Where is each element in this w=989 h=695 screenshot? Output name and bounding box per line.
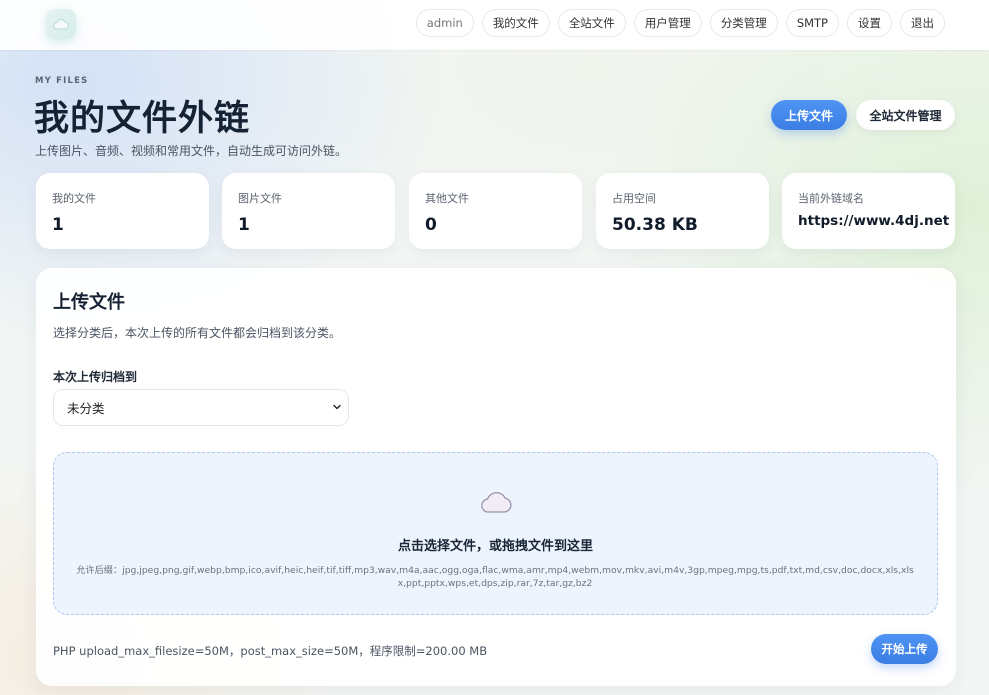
stat-card-image-files: 图片文件 1 xyxy=(222,173,395,249)
cloud-icon xyxy=(52,18,69,30)
stat-label: 其他文件 xyxy=(425,192,469,205)
nav-user-management[interactable]: 用户管理 xyxy=(633,9,702,37)
nav-category-management[interactable]: 分类管理 xyxy=(709,9,778,37)
upload-panel: 上传文件 选择分类后，本次上传的所有文件都会归档到该分类。 本次上传归档到 未分… xyxy=(36,268,956,686)
stat-label: 当前外链域名 xyxy=(798,192,864,205)
page-title: 我的文件外链 xyxy=(34,99,251,139)
start-upload-button[interactable]: 开始上传 xyxy=(871,634,938,664)
stat-value: 1 xyxy=(238,215,250,235)
nav-my-files[interactable]: 我的文件 xyxy=(481,9,550,37)
upload-limits: PHP upload_max_filesize=50M，post_max_siz… xyxy=(53,644,488,658)
nav-site-files[interactable]: 全站文件 xyxy=(557,9,626,37)
dropzone-title: 点击选择文件，或拖拽文件到这里 xyxy=(397,539,593,554)
stat-label: 图片文件 xyxy=(238,192,282,205)
stat-card-other-files: 其他文件 0 xyxy=(409,173,582,249)
upload-panel-description: 选择分类后，本次上传的所有文件都会归档到该分类。 xyxy=(53,326,342,340)
stat-label: 我的文件 xyxy=(52,192,96,205)
page-subtitle: 上传图片、音频、视频和常用文件，自动生成可访问外链。 xyxy=(35,144,348,158)
category-select[interactable]: 未分类 xyxy=(53,389,349,426)
allowed-extensions: 允许后缀：jpg,jpeg,png,gif,webp,bmp,ico,avif,… xyxy=(76,565,914,589)
nav-settings[interactable]: 设置 xyxy=(847,9,892,37)
nav-user-admin[interactable]: admin xyxy=(415,9,474,37)
top-bar: admin 我的文件 全站文件 用户管理 分类管理 SMTP 设置 退出 xyxy=(0,0,989,50)
upload-panel-title: 上传文件 xyxy=(53,292,125,313)
stat-value: 0 xyxy=(425,215,437,235)
stat-card-storage-used: 占用空间 50.38 KB xyxy=(596,173,769,249)
logo[interactable] xyxy=(46,9,76,39)
site-file-management-button[interactable]: 全站文件管理 xyxy=(856,100,955,130)
upload-file-button[interactable]: 上传文件 xyxy=(771,100,847,130)
cloud-icon xyxy=(481,492,512,513)
main-nav: admin 我的文件 全站文件 用户管理 分类管理 SMTP 设置 退出 xyxy=(415,9,945,37)
nav-logout[interactable]: 退出 xyxy=(900,9,945,37)
section-eyebrow: MY FILES xyxy=(35,76,89,86)
nav-smtp[interactable]: SMTP xyxy=(785,9,839,37)
stat-label: 占用空间 xyxy=(612,192,656,205)
category-label: 本次上传归档到 xyxy=(53,370,138,384)
stat-card-my-files: 我的文件 1 xyxy=(36,173,209,249)
chevron-down-icon xyxy=(333,404,341,410)
category-selected-value: 未分类 xyxy=(67,401,105,416)
stat-value: https://www.4dj.net xyxy=(798,213,950,229)
stat-card-link-domain: 当前外链域名 https://www.4dj.net xyxy=(782,173,955,249)
stat-value: 1 xyxy=(52,215,64,235)
file-dropzone[interactable]: 点击选择文件，或拖拽文件到这里 允许后缀：jpg,jpeg,png,gif,we… xyxy=(53,452,938,615)
stat-value: 50.38 KB xyxy=(612,215,698,235)
